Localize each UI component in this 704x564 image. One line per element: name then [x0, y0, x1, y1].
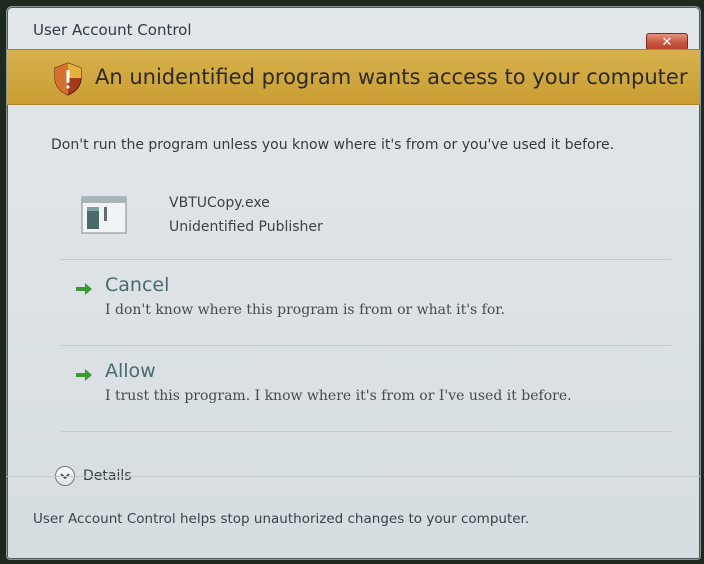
- window-title: User Account Control: [33, 21, 192, 39]
- options-divider: [61, 431, 671, 432]
- application-icon: [81, 196, 127, 234]
- shield-icon: [54, 62, 82, 96]
- allow-option[interactable]: Allow I trust this program. I know where…: [61, 345, 671, 423]
- green-arrow-icon: [76, 283, 92, 295]
- warning-text: Don't run the program unless you know wh…: [51, 137, 615, 153]
- uac-dialog: User Account Control ✕ An unidentified p…: [6, 6, 701, 560]
- close-icon: ✕: [661, 34, 673, 50]
- footer-text: User Account Control helps stop unauthor…: [33, 511, 530, 527]
- cancel-option[interactable]: Cancel I don't know where this program i…: [61, 259, 671, 337]
- program-info: VBTUCopy.exe Unidentified Publisher: [81, 193, 481, 239]
- green-arrow-icon: [76, 369, 92, 381]
- banner-heading: An unidentified program wants access to …: [95, 65, 688, 89]
- cancel-description: I don't know where this program is from …: [105, 302, 505, 318]
- program-name: VBTUCopy.exe: [169, 195, 270, 211]
- allow-description: I trust this program. I know where it's …: [105, 388, 572, 404]
- title-bar: User Account Control ✕: [7, 7, 700, 51]
- cancel-title: Cancel: [105, 274, 170, 296]
- program-publisher: Unidentified Publisher: [169, 219, 323, 235]
- warning-banner: An unidentified program wants access to …: [7, 49, 700, 105]
- dialog-footer: User Account Control helps stop unauthor…: [7, 476, 700, 559]
- allow-title: Allow: [105, 360, 156, 382]
